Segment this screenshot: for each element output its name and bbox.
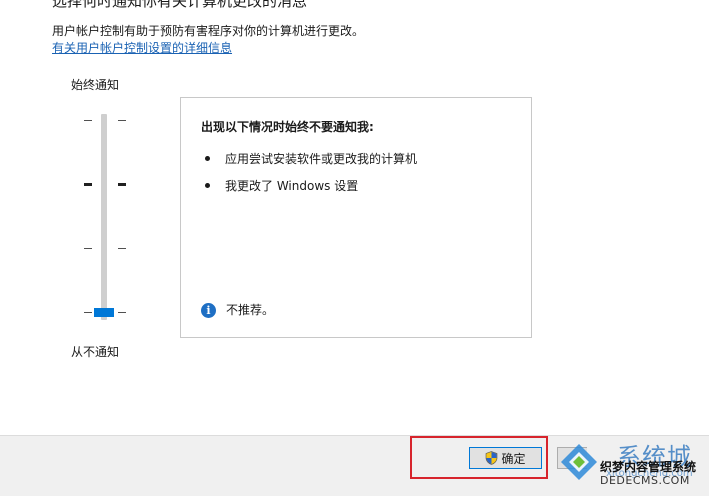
- list-item: 我更改了 Windows 设置: [205, 177, 358, 194]
- uac-description: 用户帐户控制有助于预防有害程序对你的计算机进行更改。: [52, 24, 365, 38]
- slider-track[interactable]: [101, 114, 107, 320]
- slider-tick: [118, 120, 126, 121]
- slider-tick: [84, 312, 92, 313]
- slider-tick: [84, 183, 92, 186]
- info-note: i 不推荐。: [201, 301, 274, 318]
- panel-title: 出现以下情况时始终不要通知我:: [201, 120, 374, 134]
- list-item-text: 我更改了 Windows 设置: [225, 179, 359, 193]
- list-item: 应用尝试安装软件或更改我的计算机: [205, 150, 417, 167]
- slider-bottom-label: 从不通知: [71, 345, 120, 359]
- slider-tick: [84, 248, 92, 249]
- watermark-site-name: 织梦内容管理系统: [600, 460, 697, 474]
- watermark-domain: DEDECMS.COM: [600, 474, 690, 487]
- bullet-icon: [205, 183, 210, 188]
- slider-thumb[interactable]: [94, 308, 114, 317]
- slider-tick: [118, 183, 126, 186]
- info-icon: i: [201, 303, 216, 318]
- highlight-box: [410, 436, 548, 479]
- list-item-text: 应用尝试安装软件或更改我的计算机: [225, 152, 418, 166]
- slider-top-label: 始终通知: [71, 78, 120, 92]
- slider-tick: [118, 248, 126, 249]
- setting-description-panel: 出现以下情况时始终不要通知我: 应用尝试安装软件或更改我的计算机 我更改了 Wi…: [180, 97, 532, 338]
- bullet-icon: [205, 156, 210, 161]
- info-text: 不推荐。: [226, 303, 275, 317]
- slider-tick: [118, 312, 126, 313]
- slider-tick: [84, 120, 92, 121]
- page-heading: 选择何时通知你有关计算机更改的消息: [52, 0, 308, 10]
- uac-details-link[interactable]: 有关用户帐户控制设置的详细信息: [52, 39, 232, 56]
